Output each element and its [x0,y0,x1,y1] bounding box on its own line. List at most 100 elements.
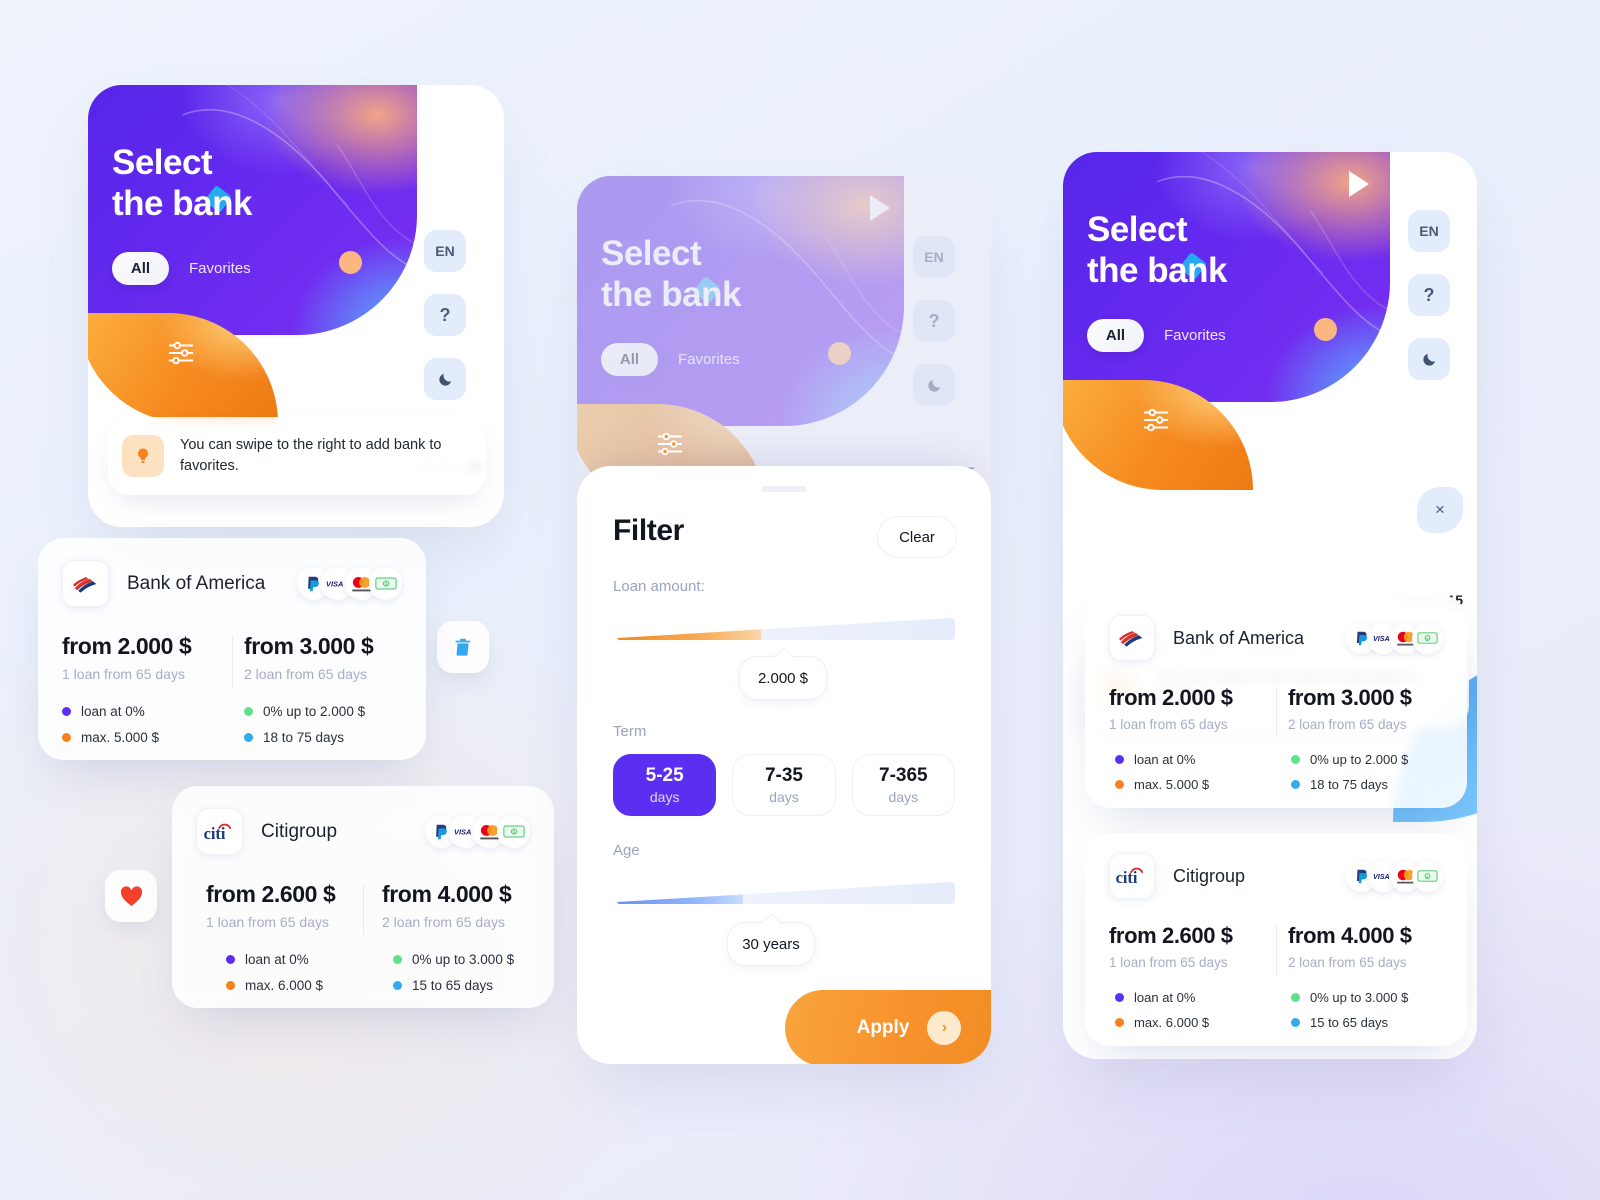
feature-item: loan at 0% [226,952,363,967]
age-slider[interactable] [613,878,955,910]
favorite-bank-button[interactable] [105,870,157,922]
payment-methods: VISA $ [1346,622,1443,654]
term-option-7-365[interactable]: 7-365 days [851,754,955,816]
filter-leaf[interactable] [88,313,278,423]
feature-dot [1115,1018,1124,1027]
feature-dot [1291,755,1300,764]
tab-all[interactable]: All [112,252,169,285]
payment-methods: VISA $ [425,815,530,848]
svg-text:VISA: VISA [1373,635,1390,643]
feature-item: max. 6.000 $ [226,978,363,993]
bank-card-header: citi Citigroup VISA $ [196,808,530,855]
amount-subtitle: 2 loan from 65 days [244,666,367,682]
help-button[interactable]: ? [424,294,466,336]
language-button[interactable]: EN [1408,210,1450,252]
feature-label: max. 6.000 $ [245,978,324,993]
feature-item: loan at 0% [62,704,220,719]
tab-all[interactable]: All [1087,319,1144,352]
amount-value: from 2.600 $ [1109,923,1233,948]
loan-amount-value-bubble: 2.000 $ [739,656,827,700]
lightbulb-icon [137,448,149,463]
feature-item: 0% up to 2.000 $ [1291,752,1443,767]
page-title: Selectthe bank [1087,210,1227,291]
bank-card-bank-of-america[interactable]: Bank of America VISA $ from 2.000 $ 1 lo… [38,538,426,760]
amount-subtitle: 1 loan from 65 days [206,914,329,930]
clear-filter-button[interactable]: Clear [877,516,957,558]
feature-label: max. 6.000 $ [1134,1015,1210,1030]
feature-label: 15 to 65 days [412,978,494,993]
filter-title: Filter [613,514,684,547]
amount-subtitle: 1 loan from 65 days [62,666,185,682]
term-unit: days [888,789,919,805]
feature-item: 0% up to 3.000 $ [1291,990,1443,1005]
svg-text:citi: citi [1116,868,1138,887]
feature-label: 0% up to 3.000 $ [412,952,515,967]
bank-card-features: loan at 0% max. 5.000 $ 0% up to 2.000 $… [62,704,402,745]
feature-label: max. 5.000 $ [1134,777,1210,792]
bank-card-features: loan at 0% max. 6.000 $ 0% up to 3.000 $… [1109,990,1443,1030]
term-option-7-35[interactable]: 7-35 days [732,754,836,816]
age-value-bubble: 30 years [727,922,815,966]
term-unit: days [649,789,680,805]
svg-text:VISA: VISA [1373,873,1390,881]
bulb-badge [122,435,164,477]
feature-item: 18 to 75 days [244,730,402,745]
feature-label: 0% up to 3.000 $ [1310,990,1409,1005]
tip-banner: You can swipe to the right to add bank t… [108,417,486,495]
language-button[interactable]: EN [424,230,466,272]
svg-text:$: $ [1426,875,1429,881]
feature-item: loan at 0% [1115,752,1267,767]
svg-text:$: $ [512,830,515,836]
amount-subtitle: 2 loan from 65 days [382,914,505,930]
filter-leaf[interactable] [1063,380,1253,490]
bank-card-bank-of-america[interactable]: Bank of America VISA $ from 2.000 $ 1 lo… [1085,595,1467,808]
amount-column-left: from 2.600 $ 1 loan from 65 days [196,881,354,930]
filter-icon[interactable] [655,429,685,459]
feature-dot [62,707,71,716]
feature-dot [1115,993,1124,1002]
filter-icon[interactable] [1141,405,1171,435]
term-option-5-25[interactable]: 5-25 days [613,754,717,816]
payment-methods: VISA $ [1346,860,1443,892]
phone-screen-filter: Selectthe bank All Favorites EN ? Banks:… [577,176,991,1064]
theme-toggle-button[interactable] [1408,338,1450,380]
feature-label: loan at 0% [1134,990,1196,1005]
bank-card-header: Bank of America VISA $ [62,560,402,607]
sheet-scrim [577,176,991,506]
loan-amount-slider[interactable] [613,614,955,646]
tip-close-button[interactable]: × [1417,487,1463,533]
bank-card-citigroup[interactable]: citi Citigroup VISA $ from 2.600 $ 1 loa… [172,786,554,1008]
theme-toggle-button[interactable] [424,358,466,400]
filter-icon[interactable] [166,338,196,368]
delete-bank-button[interactable] [437,621,489,673]
amount-column-right: from 3.000 $ 2 loan from 65 days [220,633,402,682]
tabs: All Favorites [1087,319,1226,352]
page-title: Selectthe bank [112,143,252,224]
cash-icon: $ [1412,622,1443,654]
svg-text:$: $ [384,582,387,588]
feature-dot [1291,993,1300,1002]
amount-column-left: from 2.000 $ 1 loan from 65 days [1109,685,1264,732]
moon-icon [438,373,451,386]
payment-methods: VISA $ [297,567,402,600]
feature-dot [244,707,253,716]
tabs: All Favorites [112,252,251,285]
apply-filter-button[interactable]: Apply › [785,990,991,1064]
tab-favorites[interactable]: Favorites [189,260,251,277]
cash-icon: $ [1412,860,1443,892]
term-options: 5-25 days 7-35 days 7-365 days [613,754,955,816]
phone-screen-bank-list: Selectthe bank All Favorites EN ? Banks:… [88,85,504,527]
feature-item: max. 5.000 $ [1115,777,1267,792]
bank-card-citigroup[interactable]: citi Citigroup VISA $ from 2.600 $ 1 loa… [1085,833,1467,1046]
bank-card-features: loan at 0% max. 6.000 $ 0% up to 3.000 $… [196,952,530,993]
amount-value: from 2.000 $ [1109,685,1233,710]
heart-icon [120,885,142,906]
amount-value: from 3.000 $ [1288,685,1412,710]
sheet-grabber[interactable] [761,486,807,492]
bank-name: Bank of America [127,572,266,594]
tab-favorites[interactable]: Favorites [1164,327,1226,344]
amount-column-right: from 4.000 $ 2 loan from 65 days [354,881,530,930]
amount-column-left: from 2.000 $ 1 loan from 65 days [62,633,220,682]
help-button[interactable]: ? [1408,274,1450,316]
apply-label: Apply [856,1017,910,1038]
